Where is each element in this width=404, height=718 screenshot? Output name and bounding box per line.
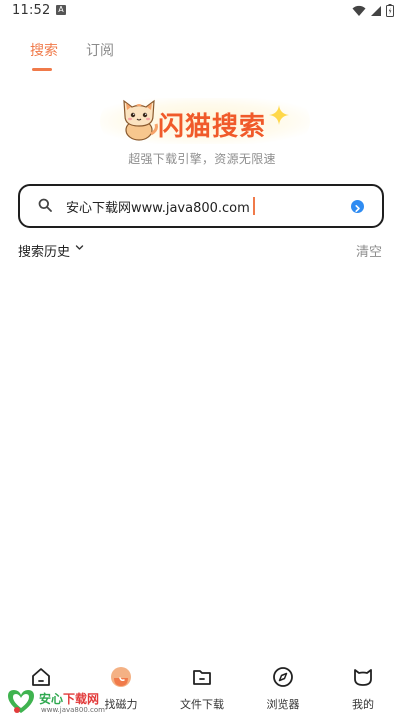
logo-title: 闪猫搜索 — [158, 112, 267, 142]
compass-icon — [273, 667, 293, 687]
cat-face-icon — [354, 669, 372, 686]
text-caret — [253, 197, 255, 215]
history-label[interactable]: 搜索历史 — [18, 241, 70, 260]
heart-logo-icon — [8, 690, 34, 713]
tab-search[interactable]: 搜索 — [30, 40, 58, 60]
status-bar: 11:52 A — [0, 0, 404, 24]
status-icons — [352, 4, 394, 17]
logo-subtitle: 超强下载引擎，资源无限速 — [128, 152, 276, 166]
search-input[interactable] — [66, 194, 336, 218]
watermark-name-part2: 下载网 — [63, 692, 100, 706]
top-tabs: 搜索 订阅 — [0, 40, 404, 74]
cat-mascot-icon — [123, 99, 158, 141]
tab-active-indicator — [32, 68, 52, 71]
nav-mine[interactable]: 我的 — [328, 660, 398, 716]
status-time: 11:52 — [12, 3, 51, 18]
sparkle-icon — [269, 105, 289, 125]
nav-file-download-label: 文件下载 — [180, 698, 224, 711]
signal-icon — [371, 5, 381, 16]
chevron-right-icon — [355, 205, 360, 212]
home-icon — [32, 668, 50, 686]
nav-file-download[interactable]: 文件下载 — [167, 660, 237, 716]
wifi-icon — [352, 5, 366, 16]
tab-subscribe[interactable]: 订阅 — [86, 40, 114, 60]
search-history-row: 搜索历史 清空 — [0, 240, 404, 260]
search-go-button[interactable] — [351, 200, 364, 213]
magnet-icon — [111, 667, 131, 687]
watermark-url: www.java800.com — [41, 706, 105, 714]
watermark-logo: 安心下载网 www.java800.com — [2, 686, 112, 716]
clear-history-button[interactable]: 清空 — [356, 241, 382, 260]
nav-browser[interactable]: 浏览器 — [248, 660, 318, 716]
nav-mine-label: 我的 — [352, 698, 374, 711]
folder-icon — [193, 670, 211, 685]
watermark-name-part1: 安心 — [39, 692, 64, 706]
search-icon — [38, 198, 52, 212]
watermark-name: 安心下载网 — [39, 690, 99, 707]
nav-browser-label: 浏览器 — [266, 698, 300, 711]
logo-area: 闪猫搜索 超强下载引擎，资源无限速 — [0, 92, 404, 172]
battery-icon — [386, 4, 394, 17]
notification-icon: A — [56, 5, 66, 15]
chevron-down-icon[interactable] — [75, 243, 84, 252]
search-box[interactable] — [18, 184, 384, 228]
